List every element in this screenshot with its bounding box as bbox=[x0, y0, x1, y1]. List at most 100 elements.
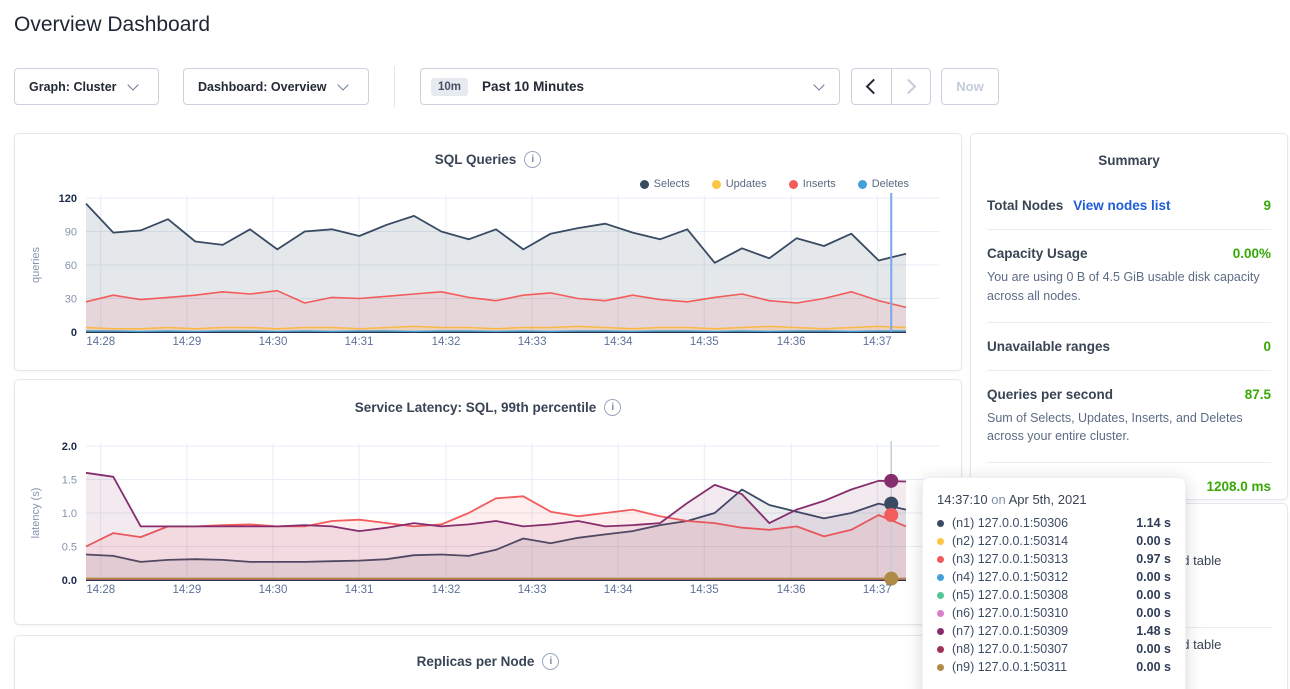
info-icon[interactable]: i bbox=[524, 151, 541, 168]
tooltip-row-n5: (n5) 127.0.0.1:503080.00 s bbox=[937, 586, 1171, 604]
node-dot bbox=[937, 574, 944, 581]
svg-text:14:28: 14:28 bbox=[86, 584, 115, 596]
service-latency-title: Service Latency: SQL, 99th percentile bbox=[355, 400, 597, 415]
svg-text:120: 120 bbox=[59, 193, 77, 205]
tooltip-time: 14:37:10 bbox=[937, 492, 988, 507]
svg-text:90: 90 bbox=[65, 227, 77, 239]
legend-dot bbox=[640, 180, 649, 189]
legend-dot bbox=[858, 180, 867, 189]
svg-text:60: 60 bbox=[65, 260, 77, 272]
tooltip-timestamp: 14:37:10 on Apr 5th, 2021 bbox=[937, 492, 1171, 507]
svg-text:1.0: 1.0 bbox=[62, 508, 77, 520]
node-latency: 1.14 s bbox=[1136, 516, 1171, 530]
node-dot bbox=[937, 556, 944, 563]
summary-title: Summary bbox=[971, 134, 1287, 168]
node-address: (n8) 127.0.0.1:50307 bbox=[952, 642, 1068, 656]
chevron-down-icon bbox=[813, 79, 824, 90]
step-forward-button[interactable] bbox=[891, 69, 930, 104]
tooltip-row-n9: (n9) 127.0.0.1:50311 0.00 s bbox=[937, 658, 1171, 676]
svg-text:14:36: 14:36 bbox=[777, 336, 806, 348]
svg-text:14:35: 14:35 bbox=[690, 584, 719, 596]
dashboard-dropdown-label: Dashboard: Overview bbox=[198, 80, 327, 94]
page-title: Overview Dashboard bbox=[14, 13, 210, 37]
legend-label: Selects bbox=[654, 178, 690, 190]
node-address: (n6) 127.0.0.1:50310 bbox=[952, 606, 1068, 620]
node-address: (n1) 127.0.0.1:50306 bbox=[952, 516, 1068, 530]
summary-row-unavailable-ranges: Unavailable ranges 0 bbox=[987, 323, 1271, 371]
time-step-buttons bbox=[851, 68, 931, 105]
summary-subtext: You are using 0 B of 4.5 GiB usable disk… bbox=[987, 268, 1271, 306]
chevron-down-icon bbox=[337, 79, 348, 90]
summary-value: 0.00% bbox=[1233, 246, 1271, 261]
replicas-title: Replicas per Node bbox=[417, 654, 535, 669]
summary-label: Queries per second bbox=[987, 387, 1113, 402]
node-address: (n9) 127.0.0.1:50311 bbox=[952, 660, 1067, 674]
node-latency: 0.97 s bbox=[1136, 552, 1171, 566]
legend-label: Deletes bbox=[872, 178, 909, 190]
tooltip-row-n8: (n8) 127.0.0.1:50307 0.00 s bbox=[937, 640, 1171, 658]
replicas-title-row: Replicas per Node i bbox=[15, 653, 961, 670]
step-back-button[interactable] bbox=[852, 69, 891, 104]
svg-text:1.5: 1.5 bbox=[62, 475, 77, 487]
svg-text:14:34: 14:34 bbox=[604, 336, 633, 348]
tooltip-row-n2: (n2) 127.0.0.1:50314 0.00 s bbox=[937, 532, 1171, 550]
node-dot bbox=[937, 538, 944, 545]
svg-text:2.0: 2.0 bbox=[62, 441, 77, 453]
tooltip-row-n4: (n4) 127.0.0.1:503120.00 s bbox=[937, 568, 1171, 586]
node-dot bbox=[937, 520, 944, 527]
sql-queries-chart[interactable]: 030609012014:2814:2914:3014:3114:3214:33… bbox=[15, 186, 961, 358]
svg-text:14:33: 14:33 bbox=[518, 584, 547, 596]
info-icon[interactable]: i bbox=[542, 653, 559, 670]
summary-row-total-nodes: Total Nodes View nodes list 9 bbox=[987, 182, 1271, 230]
graph-dropdown-label: Graph: Cluster bbox=[29, 80, 117, 94]
replicas-per-node-card: Replicas per Node i bbox=[14, 635, 962, 689]
time-range-dropdown[interactable]: 10m Past 10 Minutes bbox=[420, 68, 840, 105]
node-latency: 0.00 s bbox=[1136, 588, 1171, 602]
summary-card: Summary Total Nodes View nodes list 9 Ca… bbox=[970, 133, 1288, 500]
node-dot bbox=[937, 628, 944, 635]
summary-subtext: Sum of Selects, Updates, Inserts, and De… bbox=[987, 409, 1271, 447]
svg-text:14:37: 14:37 bbox=[863, 584, 892, 596]
node-dot bbox=[937, 610, 944, 617]
node-dot bbox=[937, 592, 944, 599]
tooltip-on: on bbox=[991, 492, 1005, 507]
time-range-badge: 10m bbox=[431, 78, 468, 96]
chart-hover-tooltip: 14:37:10 on Apr 5th, 2021 (n1) 127.0.0.1… bbox=[922, 477, 1186, 689]
legend-item-inserts: Inserts bbox=[789, 178, 836, 190]
summary-value: 0 bbox=[1263, 339, 1271, 354]
svg-text:14:30: 14:30 bbox=[259, 336, 288, 348]
summary-value: 1208.0 ms bbox=[1206, 479, 1271, 494]
info-icon[interactable]: i bbox=[604, 399, 621, 416]
graph-dropdown[interactable]: Graph: Cluster bbox=[14, 68, 159, 105]
legend-item-selects: Selects bbox=[640, 178, 690, 190]
node-latency: 1.48 s bbox=[1136, 624, 1171, 638]
summary-row-qps: Queries per second 87.5 Sum of Selects, … bbox=[987, 371, 1271, 464]
now-button[interactable]: Now bbox=[941, 68, 999, 105]
tooltip-row-n6: (n6) 127.0.0.1:503100.00 s bbox=[937, 604, 1171, 622]
svg-text:14:33: 14:33 bbox=[518, 336, 547, 348]
svg-text:0: 0 bbox=[71, 327, 77, 339]
view-nodes-list-link[interactable]: View nodes list bbox=[1073, 198, 1170, 213]
chevron-down-icon bbox=[127, 79, 138, 90]
node-address: (n2) 127.0.0.1:50314 bbox=[952, 534, 1068, 548]
summary-rows: Total Nodes View nodes list 9 Capacity U… bbox=[987, 182, 1271, 510]
svg-text:14:34: 14:34 bbox=[604, 584, 633, 596]
summary-row-capacity: Capacity Usage 0.00% You are using 0 B o… bbox=[987, 230, 1271, 323]
node-latency: 0.00 s bbox=[1136, 660, 1171, 674]
svg-text:14:36: 14:36 bbox=[777, 584, 806, 596]
svg-text:14:30: 14:30 bbox=[259, 584, 288, 596]
dashboard-dropdown[interactable]: Dashboard: Overview bbox=[183, 68, 369, 105]
node-dot bbox=[937, 664, 944, 671]
svg-text:14:32: 14:32 bbox=[432, 336, 461, 348]
node-latency: 0.00 s bbox=[1136, 642, 1171, 656]
time-range-label: Past 10 Minutes bbox=[482, 79, 584, 94]
summary-label: Total Nodes bbox=[987, 198, 1063, 213]
svg-text:14:29: 14:29 bbox=[172, 584, 201, 596]
chevron-left-icon bbox=[866, 79, 882, 95]
service-latency-chart[interactable]: 0.00.51.01.52.014:2814:2914:3014:3114:32… bbox=[15, 434, 961, 606]
node-latency: 0.00 s bbox=[1136, 534, 1171, 548]
tooltip-row-n3: (n3) 127.0.0.1:503130.97 s bbox=[937, 550, 1171, 568]
legend-item-deletes: Deletes bbox=[858, 178, 909, 190]
node-latency: 0.00 s bbox=[1136, 570, 1171, 584]
svg-text:0.5: 0.5 bbox=[62, 542, 77, 554]
